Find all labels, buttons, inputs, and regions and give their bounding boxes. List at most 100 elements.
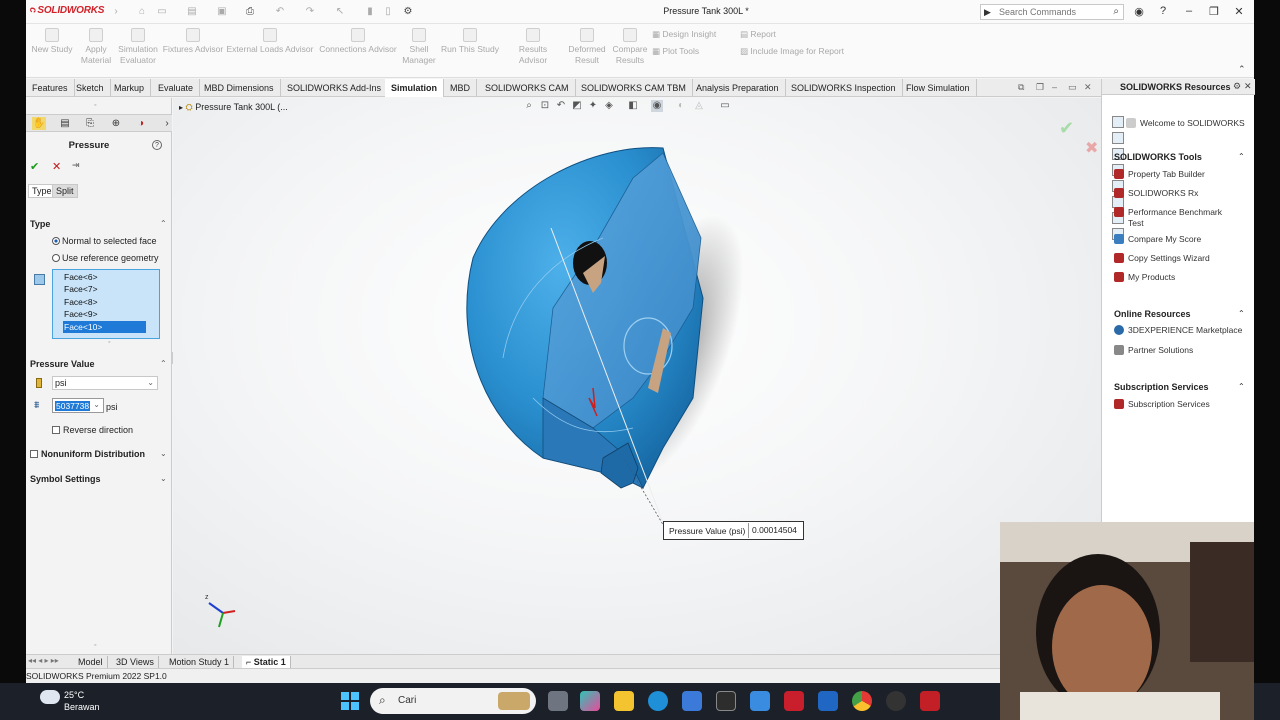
compare-results-button[interactable]: Compare Results — [610, 28, 650, 66]
welcome-link[interactable]: Welcome to SOLIDWORKS — [1126, 118, 1245, 128]
nonuniform-distribution-checkbox[interactable]: Nonuniform Distribution — [30, 449, 145, 459]
help-icon[interactable]: ? — [1156, 5, 1170, 17]
subscription-services-header[interactable]: Subscription Services — [1114, 382, 1209, 392]
tab-scroll-arrows-icon[interactable]: ◂◂ ◂ ▸ ▸▸ — [28, 656, 59, 665]
help-icon[interactable]: ? — [152, 140, 162, 150]
tab-flow-simulation[interactable]: Flow Simulation — [900, 79, 977, 97]
report-button[interactable]: ▤ Report — [740, 29, 776, 40]
select-icon[interactable]: ↖ — [334, 6, 346, 18]
tab-solidworks-add-ins[interactable]: SOLIDWORKS Add-Ins — [281, 79, 389, 97]
configuration-manager-icon[interactable]: ⎘ — [83, 117, 97, 130]
mcafee-icon[interactable] — [784, 691, 804, 711]
list-item-selected[interactable]: Face<10> — [63, 321, 146, 333]
plot-tools-button[interactable]: ▦ Plot Tools — [652, 46, 699, 57]
tools-section-header[interactable]: SOLIDWORKS Tools — [1114, 152, 1202, 162]
windows-start-icon[interactable] — [341, 692, 359, 710]
open-icon[interactable]: ▤ — [186, 6, 198, 18]
tab-3d-views[interactable]: 3D Views — [112, 656, 159, 668]
more-tabs-icon[interactable]: › — [160, 117, 174, 130]
paint-icon[interactable] — [750, 691, 770, 711]
list-item[interactable]: Face<9> — [63, 308, 146, 320]
store-icon[interactable] — [682, 691, 702, 711]
file-explorer-icon[interactable] — [614, 691, 634, 711]
apply-material-button[interactable]: Apply Material — [78, 28, 114, 66]
subtab-split[interactable]: Split — [52, 184, 78, 198]
partner-solutions-link[interactable]: Partner Solutions — [1114, 345, 1193, 355]
external-loads-advisor-button[interactable]: External Loads Advisor — [226, 28, 314, 55]
simulation-evaluator-button[interactable]: Simulation Evaluator — [116, 28, 160, 66]
account-icon[interactable]: ◉ — [1132, 5, 1146, 18]
collapse-chevron-icon[interactable]: ⌃ — [1238, 64, 1246, 75]
list-item[interactable]: Face<7> — [63, 283, 146, 295]
include-image-button[interactable]: ▨ Include Image for Report — [740, 46, 844, 57]
minimize-icon[interactable]: – — [1182, 5, 1196, 17]
restore-icon[interactable]: ❐ — [1036, 82, 1044, 93]
chevron-down-icon[interactable]: ⌄ — [93, 400, 100, 409]
copy-settings-wizard-link[interactable]: Copy Settings Wizard — [1114, 253, 1210, 263]
pin-icon[interactable]: ⇥ — [72, 160, 80, 171]
tab-solidworks-cam-tbm[interactable]: SOLIDWORKS CAM TBM — [575, 79, 693, 97]
new-document-icon[interactable]: ▭ — [156, 6, 168, 18]
results-advisor-button[interactable]: Results Advisor — [504, 28, 562, 66]
chrome-icon[interactable] — [852, 691, 872, 711]
list-item[interactable]: Face<8> — [63, 296, 146, 308]
reverse-direction-checkbox[interactable]: Reverse direction — [52, 425, 133, 435]
performance-benchmark-link[interactable]: Performance Benchmark — [1114, 207, 1222, 217]
collapse-chevron-icon[interactable]: ⌃ — [1238, 152, 1245, 161]
resources-home-icon[interactable] — [1112, 116, 1124, 128]
simulation-manager-icon[interactable]: ✋ — [32, 117, 46, 130]
pane-close-icon[interactable]: ✕ — [1244, 81, 1252, 92]
collapse-chevron-icon[interactable]: ⌃ — [1238, 382, 1245, 391]
tab-solidworks-inspection[interactable]: SOLIDWORKS Inspection — [785, 79, 903, 97]
panel-grip-icon[interactable]: ◦ — [94, 642, 96, 649]
performance-benchmark-link-cont[interactable]: Test — [1128, 218, 1144, 228]
pressure-value-input[interactable]: 5037738 ⌄ — [52, 398, 104, 413]
search-commands-box[interactable]: ▶ ⌕ — [980, 4, 1124, 20]
search-input[interactable] — [999, 6, 1099, 18]
doc-close-icon[interactable]: ✕ — [1084, 82, 1092, 93]
copilot-icon[interactable] — [580, 691, 600, 711]
subscription-services-link[interactable]: Subscription Services — [1114, 399, 1210, 409]
property-tab-builder-link[interactable]: Property Tab Builder — [1114, 169, 1205, 179]
collapse-chevron-icon[interactable]: ⌃ — [160, 219, 167, 228]
solidworks-rx-link[interactable]: SOLIDWORKS Rx — [1114, 188, 1198, 198]
collapse-chevron-icon[interactable]: ⌃ — [160, 359, 167, 368]
type-section-header[interactable]: Type — [30, 219, 50, 229]
solidworks-taskbar-icon[interactable] — [920, 691, 940, 711]
tab-simulation[interactable]: Simulation — [385, 79, 445, 97]
task-view-icon[interactable] — [548, 691, 568, 711]
list-item[interactable]: Face<6> — [63, 271, 146, 283]
unit-select[interactable]: psi ⌄ — [52, 376, 158, 390]
fixtures-advisor-button[interactable]: Fixtures Advisor — [162, 28, 224, 55]
home-icon[interactable]: ⌂ — [136, 6, 148, 18]
edge-browser-icon[interactable] — [648, 691, 668, 711]
file-properties-icon[interactable]: ▯ — [382, 6, 394, 18]
save-icon[interactable]: ▣ — [216, 6, 228, 18]
tab-markup[interactable]: Markup — [108, 79, 152, 97]
shell-manager-button[interactable]: Shell Manager — [400, 28, 438, 66]
options-gear-icon[interactable]: ⚙ — [402, 6, 414, 18]
pressure-value-callout[interactable]: Pressure Value (psi) 0.00014504 — [663, 521, 804, 540]
pressure-value-section-header[interactable]: Pressure Value — [30, 359, 95, 369]
cancel-x-icon[interactable]: ✕ — [52, 160, 61, 173]
design-insight-button[interactable]: ▦ Design Insight — [652, 29, 716, 40]
compare-my-score-link[interactable]: Compare My Score — [1114, 234, 1201, 244]
my-products-link[interactable]: My Products — [1114, 272, 1175, 282]
run-this-study-button[interactable]: Run This Study — [440, 28, 500, 55]
radio-normal-to-face[interactable]: Normal to selected face — [52, 236, 157, 246]
doc-maximize-icon[interactable]: ▭ — [1068, 82, 1077, 93]
tab-static-1[interactable]: ⌐ Static 1 — [242, 656, 291, 668]
tab-mbd[interactable]: MBD — [444, 79, 477, 97]
resize-handle-icon[interactable]: ◦ — [108, 339, 110, 346]
tab-sketch[interactable]: Sketch — [70, 79, 111, 97]
outlook-icon[interactable] — [818, 691, 838, 711]
tile-icon[interactable]: ⧉ — [1018, 82, 1024, 93]
redo-icon[interactable]: ↷ — [304, 6, 316, 18]
app-icon[interactable] — [716, 691, 736, 711]
print-icon[interactable]: ⎙ — [244, 6, 256, 18]
faces-selection-list[interactable]: Face<6> Face<7> Face<8> Face<9> Face<10> — [52, 269, 160, 339]
connections-advisor-button[interactable]: Connections Advisor — [318, 28, 398, 55]
panel-grip-icon[interactable]: ◦ — [94, 102, 96, 109]
expand-chevron-icon[interactable]: ⌄ — [160, 449, 167, 458]
maximize-icon[interactable]: ❐ — [1207, 5, 1221, 18]
